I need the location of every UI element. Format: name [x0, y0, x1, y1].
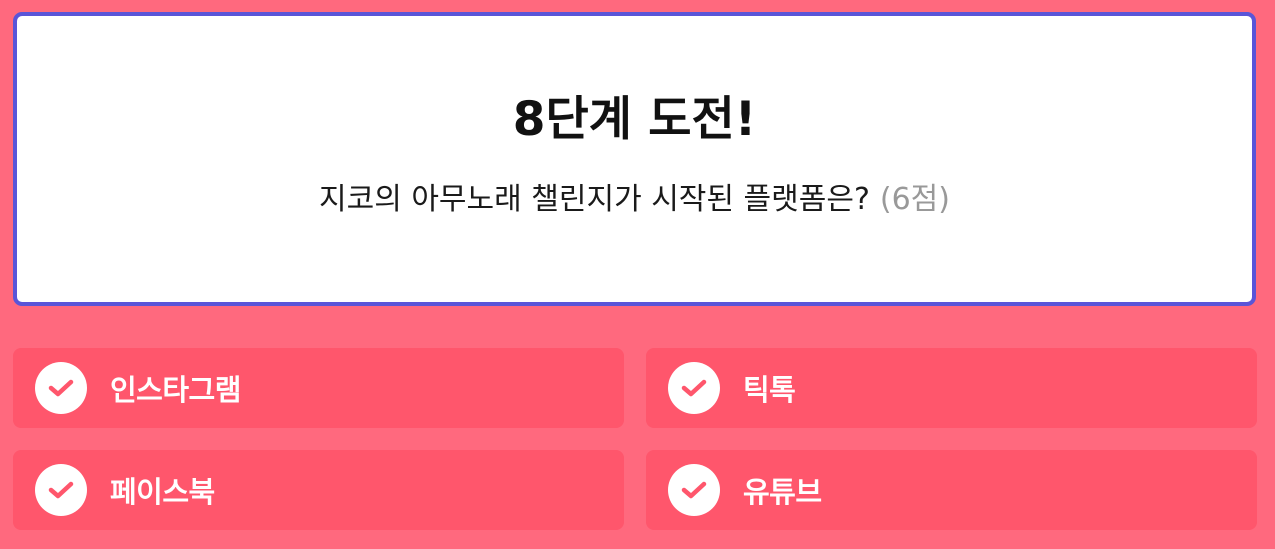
- answer-option-facebook[interactable]: 페이스북: [13, 450, 624, 530]
- answer-option-instagram[interactable]: 인스타그램: [13, 348, 624, 428]
- check-icon: [668, 464, 720, 516]
- question-line: 지코의 아무노래 챌린지가 시작된 플랫폼은? (6점): [17, 180, 1252, 220]
- check-icon: [35, 464, 87, 516]
- answer-option-label: 틱톡: [743, 373, 796, 407]
- answer-option-label: 유튜브: [743, 475, 822, 509]
- answer-option-tiktok[interactable]: 틱톡: [646, 348, 1257, 428]
- answer-option-label: 인스타그램: [110, 373, 241, 407]
- question-text: 지코의 아무노래 챌린지가 시작된 플랫폼은?: [319, 182, 870, 217]
- answer-option-youtube[interactable]: 유튜브: [646, 450, 1257, 530]
- answer-option-label: 페이스북: [110, 475, 215, 509]
- check-icon: [35, 362, 87, 414]
- question-points: (6점): [879, 182, 950, 217]
- check-icon: [668, 362, 720, 414]
- stage-title: 8단계 도전!: [512, 92, 757, 147]
- question-card: 8단계 도전! 지코의 아무노래 챌린지가 시작된 플랫폼은? (6점): [13, 12, 1256, 306]
